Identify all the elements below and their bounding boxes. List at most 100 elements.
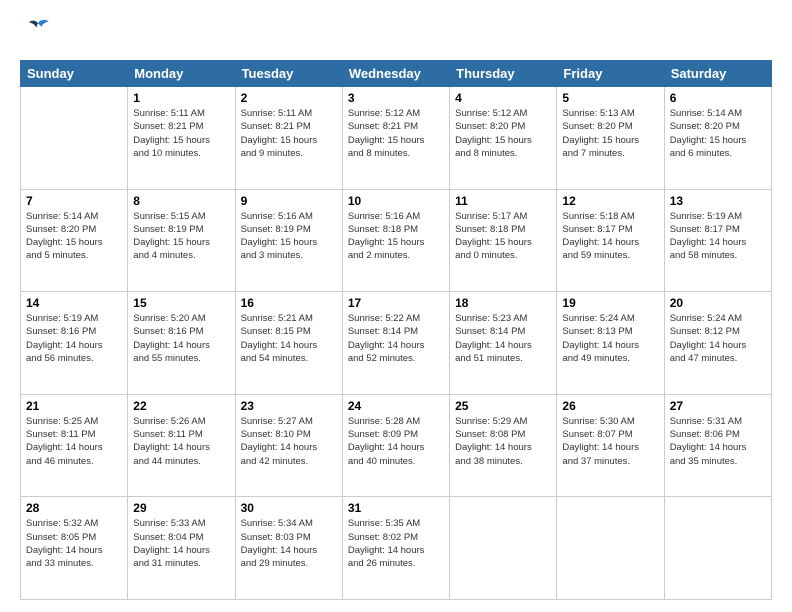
day-number: 6: [670, 91, 766, 105]
empty-cell: [450, 497, 557, 600]
day-cell-25: 25 Sunrise: 5:29 AM Sunset: 8:08 PM Dayli…: [450, 394, 557, 497]
day-number: 2: [241, 91, 337, 105]
week-row-5: 28 Sunrise: 5:32 AM Sunset: 8:05 PM Dayli…: [21, 497, 772, 600]
day-cell-5: 5Sunrise: 5:13 AM Sunset: 8:20 PM Daylig…: [557, 87, 664, 190]
week-row-3: 14 Sunrise: 5:19 AM Sunset: 8:16 PM Dayli…: [21, 292, 772, 395]
weekday-header-sunday: Sunday: [21, 61, 128, 87]
day-cell-10: 10Sunrise: 5:16 AM Sunset: 8:18 PM Dayli…: [342, 189, 449, 292]
day-number: 25: [455, 399, 551, 413]
weekday-header-row: SundayMondayTuesdayWednesdayThursdayFrid…: [21, 61, 772, 87]
day-info: Sunrise: 5:19 AM Sunset: 8:16 PM Dayligh…: [26, 312, 122, 365]
day-info: Sunrise: 5:18 AM Sunset: 8:17 PM Dayligh…: [562, 210, 658, 263]
day-info: Sunrise: 5:11 AM Sunset: 8:21 PM Dayligh…: [133, 107, 229, 160]
empty-cell: [21, 87, 128, 190]
day-number: 28: [26, 501, 122, 515]
day-number: 10: [348, 194, 444, 208]
day-info: Sunrise: 5:20 AM Sunset: 8:16 PM Dayligh…: [133, 312, 229, 365]
day-info: Sunrise: 5:24 AM Sunset: 8:12 PM Dayligh…: [670, 312, 766, 365]
day-cell-19: 19 Sunrise: 5:24 AM Sunset: 8:13 PM Dayli…: [557, 292, 664, 395]
empty-cell: [664, 497, 771, 600]
day-number: 22: [133, 399, 229, 413]
day-info: Sunrise: 5:16 AM Sunset: 8:19 PM Dayligh…: [241, 210, 337, 263]
day-cell-9: 9 Sunrise: 5:16 AM Sunset: 8:19 PM Daylig…: [235, 189, 342, 292]
weekday-header-saturday: Saturday: [664, 61, 771, 87]
day-number: 17: [348, 296, 444, 310]
day-number: 7: [26, 194, 122, 208]
day-info: Sunrise: 5:12 AM Sunset: 8:21 PM Dayligh…: [348, 107, 444, 160]
day-info: Sunrise: 5:14 AM Sunset: 8:20 PM Dayligh…: [670, 107, 766, 160]
day-info: Sunrise: 5:34 AM Sunset: 8:03 PM Dayligh…: [241, 517, 337, 570]
day-number: 8: [133, 194, 229, 208]
weekday-header-friday: Friday: [557, 61, 664, 87]
day-info: Sunrise: 5:27 AM Sunset: 8:10 PM Dayligh…: [241, 415, 337, 468]
day-cell-14: 14 Sunrise: 5:19 AM Sunset: 8:16 PM Dayli…: [21, 292, 128, 395]
day-cell-2: 2 Sunrise: 5:11 AM Sunset: 8:21 PM Daylig…: [235, 87, 342, 190]
day-cell-3: 3 Sunrise: 5:12 AM Sunset: 8:21 PM Daylig…: [342, 87, 449, 190]
day-info: Sunrise: 5:26 AM Sunset: 8:11 PM Dayligh…: [133, 415, 229, 468]
day-number: 5: [562, 91, 658, 105]
day-number: 14: [26, 296, 122, 310]
day-cell-8: 8 Sunrise: 5:15 AM Sunset: 8:19 PM Daylig…: [128, 189, 235, 292]
day-number: 19: [562, 296, 658, 310]
day-number: 9: [241, 194, 337, 208]
day-number: 1: [133, 91, 229, 105]
day-info: Sunrise: 5:11 AM Sunset: 8:21 PM Dayligh…: [241, 107, 337, 160]
day-cell-6: 6 Sunrise: 5:14 AM Sunset: 8:20 PM Daylig…: [664, 87, 771, 190]
day-cell-11: 11 Sunrise: 5:17 AM Sunset: 8:18 PM Dayli…: [450, 189, 557, 292]
day-info: Sunrise: 5:33 AM Sunset: 8:04 PM Dayligh…: [133, 517, 229, 570]
day-number: 21: [26, 399, 122, 413]
logo-icon: [20, 16, 56, 52]
day-cell-23: 23 Sunrise: 5:27 AM Sunset: 8:10 PM Dayli…: [235, 394, 342, 497]
day-info: Sunrise: 5:29 AM Sunset: 8:08 PM Dayligh…: [455, 415, 551, 468]
day-info: Sunrise: 5:19 AM Sunset: 8:17 PM Dayligh…: [670, 210, 766, 263]
day-cell-13: 13 Sunrise: 5:19 AM Sunset: 8:17 PM Dayli…: [664, 189, 771, 292]
day-info: Sunrise: 5:17 AM Sunset: 8:18 PM Dayligh…: [455, 210, 551, 263]
day-cell-30: 30Sunrise: 5:34 AM Sunset: 8:03 PM Dayli…: [235, 497, 342, 600]
day-cell-18: 18Sunrise: 5:23 AM Sunset: 8:14 PM Dayli…: [450, 292, 557, 395]
day-number: 29: [133, 501, 229, 515]
day-number: 31: [348, 501, 444, 515]
weekday-header-wednesday: Wednesday: [342, 61, 449, 87]
day-info: Sunrise: 5:22 AM Sunset: 8:14 PM Dayligh…: [348, 312, 444, 365]
empty-cell: [557, 497, 664, 600]
day-info: Sunrise: 5:30 AM Sunset: 8:07 PM Dayligh…: [562, 415, 658, 468]
day-cell-28: 28 Sunrise: 5:32 AM Sunset: 8:05 PM Dayli…: [21, 497, 128, 600]
day-number: 18: [455, 296, 551, 310]
header: [20, 16, 772, 52]
day-info: Sunrise: 5:32 AM Sunset: 8:05 PM Dayligh…: [26, 517, 122, 570]
week-row-4: 21 Sunrise: 5:25 AM Sunset: 8:11 PM Dayli…: [21, 394, 772, 497]
weekday-header-monday: Monday: [128, 61, 235, 87]
day-number: 4: [455, 91, 551, 105]
day-number: 23: [241, 399, 337, 413]
day-info: Sunrise: 5:12 AM Sunset: 8:20 PM Dayligh…: [455, 107, 551, 160]
day-number: 24: [348, 399, 444, 413]
day-info: Sunrise: 5:31 AM Sunset: 8:06 PM Dayligh…: [670, 415, 766, 468]
day-info: Sunrise: 5:15 AM Sunset: 8:19 PM Dayligh…: [133, 210, 229, 263]
day-number: 3: [348, 91, 444, 105]
day-cell-29: 29 Sunrise: 5:33 AM Sunset: 8:04 PM Dayli…: [128, 497, 235, 600]
day-cell-7: 7 Sunrise: 5:14 AM Sunset: 8:20 PM Daylig…: [21, 189, 128, 292]
day-cell-15: 15Sunrise: 5:20 AM Sunset: 8:16 PM Dayli…: [128, 292, 235, 395]
day-number: 11: [455, 194, 551, 208]
day-cell-4: 4 Sunrise: 5:12 AM Sunset: 8:20 PM Daylig…: [450, 87, 557, 190]
day-info: Sunrise: 5:35 AM Sunset: 8:02 PM Dayligh…: [348, 517, 444, 570]
logo: [20, 16, 60, 52]
day-info: Sunrise: 5:24 AM Sunset: 8:13 PM Dayligh…: [562, 312, 658, 365]
day-number: 20: [670, 296, 766, 310]
weekday-header-thursday: Thursday: [450, 61, 557, 87]
week-row-2: 7 Sunrise: 5:14 AM Sunset: 8:20 PM Daylig…: [21, 189, 772, 292]
day-number: 12: [562, 194, 658, 208]
day-cell-27: 27Sunrise: 5:31 AM Sunset: 8:06 PM Dayli…: [664, 394, 771, 497]
day-cell-17: 17 Sunrise: 5:22 AM Sunset: 8:14 PM Dayli…: [342, 292, 449, 395]
day-cell-22: 22 Sunrise: 5:26 AM Sunset: 8:11 PM Dayli…: [128, 394, 235, 497]
day-number: 16: [241, 296, 337, 310]
day-info: Sunrise: 5:25 AM Sunset: 8:11 PM Dayligh…: [26, 415, 122, 468]
day-number: 26: [562, 399, 658, 413]
day-info: Sunrise: 5:28 AM Sunset: 8:09 PM Dayligh…: [348, 415, 444, 468]
day-cell-31: 31 Sunrise: 5:35 AM Sunset: 8:02 PM Dayli…: [342, 497, 449, 600]
day-cell-26: 26 Sunrise: 5:30 AM Sunset: 8:07 PM Dayli…: [557, 394, 664, 497]
day-info: Sunrise: 5:14 AM Sunset: 8:20 PM Dayligh…: [26, 210, 122, 263]
calendar-table: SundayMondayTuesdayWednesdayThursdayFrid…: [20, 60, 772, 600]
day-number: 13: [670, 194, 766, 208]
day-cell-21: 21 Sunrise: 5:25 AM Sunset: 8:11 PM Dayli…: [21, 394, 128, 497]
